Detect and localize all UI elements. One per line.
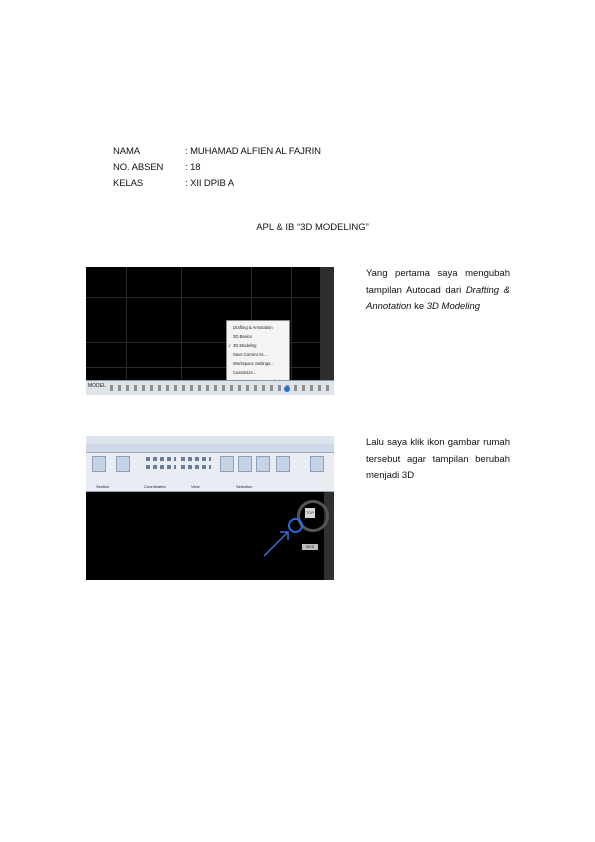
ribbon-group-label: Selection (236, 484, 253, 489)
ribbon-button[interactable] (116, 456, 130, 472)
workspace-gear-icon[interactable] (284, 386, 290, 392)
ribbon-button[interactable] (310, 456, 324, 472)
info-value-nama: : MUHAMAD ALFIEN AL FAJRIN (185, 146, 321, 157)
ribbon-tabs: Home Solid Surface Mesh Visualize Parame… (86, 444, 334, 477)
info-value-kelas: : XII DPIB A (185, 178, 234, 189)
menu-item[interactable]: Workspace Settings... (227, 359, 289, 368)
menu-item[interactable]: Customize... (227, 368, 289, 377)
ribbon-group-label: Section (96, 484, 110, 489)
info-label-kelas: KELAS (113, 178, 144, 189)
paragraph-1: Yang pertama saya mengubah tampilan Auto… (366, 266, 510, 316)
ribbon-button[interactable] (92, 456, 106, 472)
paragraph-2: Lalu saya klik ikon gambar rumah tersebu… (366, 437, 510, 481)
info-label-nama: NAMA (113, 146, 141, 157)
vertical-scrollbar[interactable] (320, 267, 334, 381)
paragraph-1-italic: 3D Modeling (426, 301, 481, 312)
ribbon-small-buttons[interactable] (181, 465, 211, 469)
ribbon-panel: Section Coordinates View Selection (86, 453, 334, 492)
ribbon-small-buttons[interactable] (146, 465, 176, 469)
model-tab[interactable]: MODEL (88, 383, 106, 389)
ribbon-button[interactable] (276, 456, 290, 472)
ribbon-group-label: Coordinates (144, 484, 166, 489)
status-toggles[interactable] (110, 385, 330, 391)
viewcube[interactable]: TOP (305, 508, 315, 518)
page-title-text: APL & IB “3D MODELING” (256, 222, 369, 233)
page-title: APL & IB “3D MODELING” (0, 222, 595, 233)
ribbon-small-buttons[interactable] (146, 457, 176, 461)
paragraph-1-text: ke (411, 301, 427, 312)
grid-line (86, 297, 320, 298)
autocad-3d-screenshot: Home Solid Surface Mesh Visualize Parame… (86, 436, 334, 580)
menu-item[interactable]: Save Current As... (227, 350, 289, 359)
arrow-icon (263, 531, 289, 557)
workspace-menu: Drafting & Annotation 3D Basics 3D Model… (226, 320, 290, 389)
ribbon-small-buttons[interactable] (181, 457, 211, 461)
status-bar: MODEL (86, 380, 334, 395)
wcs-menu[interactable]: WCS (302, 544, 318, 550)
ribbon-button[interactable] (256, 456, 270, 472)
ribbon-group-label: View (191, 484, 200, 489)
menu-item-checked[interactable]: 3D Modeling (227, 341, 289, 350)
grid-line (291, 267, 292, 383)
grid-line (126, 267, 127, 383)
info-label-absen: NO. ABSEN (113, 162, 164, 173)
ribbon-button[interactable] (238, 456, 252, 472)
title-bar (86, 436, 334, 444)
grid-line (181, 267, 182, 383)
autocad-workspace-screenshot: Drafting & Annotation 3D Basics 3D Model… (86, 267, 334, 395)
menu-item[interactable]: Drafting & Annotation (227, 323, 289, 332)
info-value-absen: : 18 (185, 162, 201, 173)
menu-item[interactable]: 3D Basics (227, 332, 289, 341)
ribbon-button[interactable] (220, 456, 234, 472)
